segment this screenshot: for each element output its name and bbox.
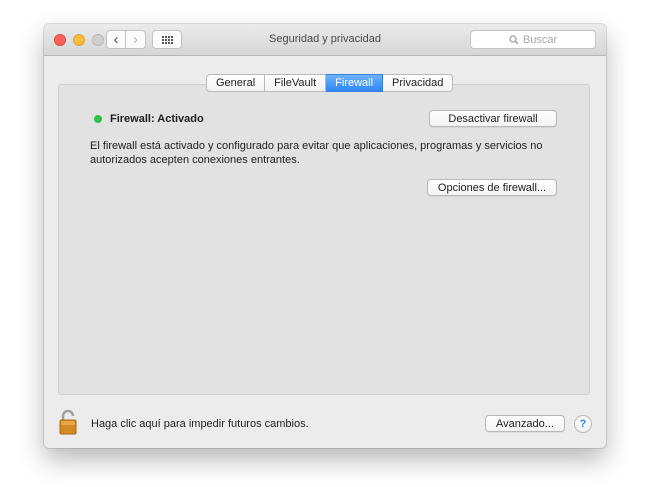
help-button[interactable]: ? [574,415,592,433]
tab-privacidad[interactable]: Privacidad [383,74,454,92]
tab-bar: General FileVault Firewall Privacidad [206,74,454,92]
lock-instruction: Haga clic aquí para impedir futuros camb… [91,418,309,430]
tab-content-panel [58,84,590,395]
question-mark-icon: ? [579,418,587,430]
tab-filevault[interactable]: FileVault [265,74,327,92]
firewall-status-indicator [94,115,102,123]
advanced-button[interactable]: Avanzado... [485,415,565,432]
firewall-description: El firewall está activado y configurado … [90,140,543,166]
deactivate-firewall-button[interactable]: Desactivar firewall [429,110,557,127]
unlocked-padlock-icon[interactable] [58,409,80,435]
search-field[interactable]: Buscar [470,30,596,49]
title-bar[interactable]: ‹ › Seguridad y privacidad Buscar [44,24,606,56]
firewall-status-label: Firewall: Activado [110,113,204,125]
tab-firewall[interactable]: Firewall [326,74,384,92]
preferences-window: ‹ › Seguridad y privacidad Buscar Genera… [44,24,606,448]
magnifier-icon [509,34,519,44]
tab-general[interactable]: General [206,74,266,92]
firewall-options-button[interactable]: Opciones de firewall... [427,179,557,196]
search-placeholder: Buscar [522,33,558,46]
